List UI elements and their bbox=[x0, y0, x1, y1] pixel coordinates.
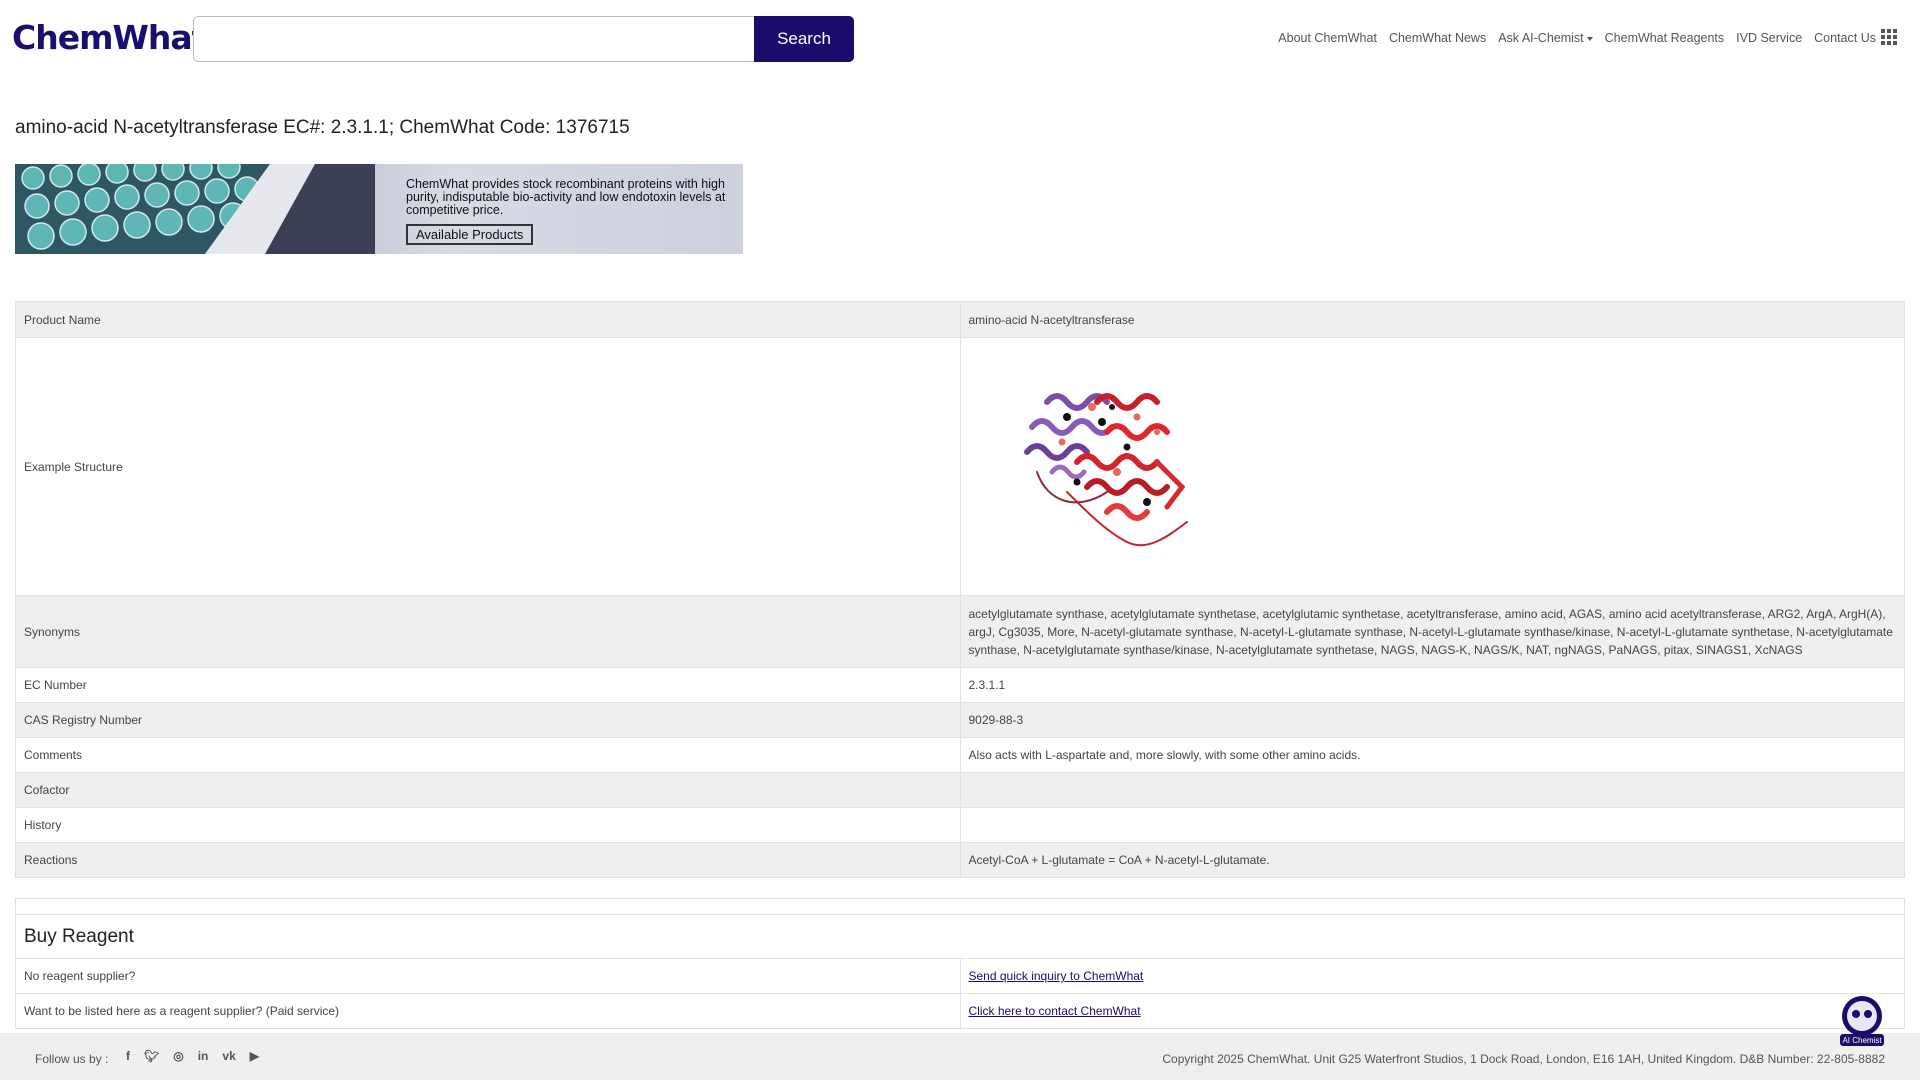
table-row: No reagent supplier? Send quick inquiry … bbox=[15, 958, 1905, 994]
row-value bbox=[959, 772, 1905, 808]
row-label: History bbox=[15, 807, 961, 843]
top-nav: About ChemWhat ChemWhat News Ask AI-Chem… bbox=[1266, 31, 1876, 45]
nav-ivd-service[interactable]: IVD Service bbox=[1736, 31, 1802, 45]
row-value: Also acts with L-aspartate and, more slo… bbox=[959, 737, 1905, 773]
row-value: 9029-88-3 bbox=[959, 702, 1905, 738]
facebook-icon[interactable]: f bbox=[126, 1049, 130, 1063]
follow-us-label: Follow us by : bbox=[35, 1052, 109, 1066]
svg-text:AI Chemist: AI Chemist bbox=[1842, 1036, 1882, 1045]
nav-news[interactable]: ChemWhat News bbox=[1389, 31, 1486, 45]
buy-reagent-table: Buy Reagent No reagent supplier? Send qu… bbox=[15, 898, 1905, 1029]
banner-text: ChemWhat provides stock recombinant prot… bbox=[406, 177, 726, 217]
nav-contact[interactable]: Contact Us bbox=[1814, 31, 1876, 45]
table-row: Cofactor bbox=[15, 772, 1905, 808]
twitter-icon[interactable]: 🐦︎ bbox=[144, 1049, 159, 1063]
promo-banner[interactable]: ChemWhat provides stock recombinant prot… bbox=[15, 164, 743, 254]
send-inquiry-link[interactable]: Send quick inquiry to ChemWhat bbox=[969, 969, 1144, 983]
grid-icon[interactable] bbox=[1881, 29, 1898, 45]
spacer-row bbox=[15, 898, 1905, 915]
page-title: amino-acid N-acetyltransferase EC#: 2.3.… bbox=[15, 117, 630, 138]
row-value: 2.3.1.1 bbox=[959, 667, 1905, 703]
link-cell: Click here to contact ChemWhat bbox=[959, 993, 1905, 1029]
youtube-icon[interactable]: ▶ bbox=[250, 1049, 259, 1063]
row-value: amino-acid N-acetyltransferase bbox=[959, 301, 1905, 338]
instagram-icon[interactable]: ◎ bbox=[173, 1049, 183, 1063]
row-value: Acetyl-CoA + L-glutamate = CoA + N-acety… bbox=[959, 842, 1905, 878]
table-row: Example Structure bbox=[15, 337, 1905, 596]
nav-about[interactable]: About ChemWhat bbox=[1278, 31, 1377, 45]
table-row: Product Name amino-acid N-acetyltransfer… bbox=[15, 301, 1905, 338]
row-label: EC Number bbox=[15, 667, 961, 703]
row-label: Comments bbox=[15, 737, 961, 773]
ai-chemist-bot-icon[interactable]: AI Chemist bbox=[1836, 992, 1888, 1050]
contact-chemwhat-link[interactable]: Click here to contact ChemWhat bbox=[969, 1004, 1141, 1018]
social-links: f 🐦︎ ◎ in vk ▶ bbox=[126, 1049, 259, 1063]
row-label: CAS Registry Number bbox=[15, 702, 961, 738]
row-label: No reagent supplier? bbox=[15, 958, 961, 994]
protein-structure-image bbox=[1023, 392, 1188, 546]
row-label: Want to be listed here as a reagent supp… bbox=[15, 993, 961, 1029]
row-value bbox=[959, 807, 1905, 843]
table-row: Reactions Acetyl-CoA + L-glutamate = CoA… bbox=[15, 842, 1905, 878]
chevron-down-icon bbox=[1586, 36, 1593, 41]
row-label: Example Structure bbox=[15, 337, 961, 596]
search-input[interactable] bbox=[193, 16, 755, 62]
buy-reagent-heading: Buy Reagent bbox=[15, 914, 1905, 959]
product-info-table: Product Name amino-acid N-acetyltransfer… bbox=[15, 301, 1905, 878]
row-label: Reactions bbox=[15, 842, 961, 878]
well-plate-image bbox=[15, 164, 375, 254]
table-row: EC Number 2.3.1.1 bbox=[15, 667, 1905, 703]
table-row: Synonyms acetylglutamate synthase, acety… bbox=[15, 595, 1905, 668]
header: ChemWhat Search About ChemWhat ChemWhat … bbox=[0, 0, 1920, 78]
link-cell: Send quick inquiry to ChemWhat bbox=[959, 958, 1905, 994]
row-label: Product Name bbox=[15, 301, 961, 338]
search-button[interactable]: Search bbox=[754, 16, 854, 62]
table-row: History bbox=[15, 807, 1905, 843]
row-value: acetylglutamate synthase, acetylglutamat… bbox=[959, 595, 1905, 668]
row-label: Synonyms bbox=[15, 595, 961, 668]
nav-reagents[interactable]: ChemWhat Reagents bbox=[1605, 31, 1725, 45]
available-products-button[interactable]: Available Products bbox=[406, 224, 534, 245]
row-label: Cofactor bbox=[15, 772, 961, 808]
copyright-text: Copyright 2025 ChemWhat. Unit G25 Waterf… bbox=[1162, 1052, 1885, 1066]
table-row: Want to be listed here as a reagent supp… bbox=[15, 993, 1905, 1029]
footer: Follow us by : f 🐦︎ ◎ in vk ▶ Copyright … bbox=[0, 1033, 1920, 1080]
chemwhat-logo[interactable]: ChemWhat bbox=[12, 18, 207, 57]
linkedin-icon[interactable]: in bbox=[198, 1049, 209, 1063]
table-row: Comments Also acts with L-aspartate and,… bbox=[15, 737, 1905, 773]
nav-ask-ai-chemist-label: Ask AI-Chemist bbox=[1498, 31, 1584, 45]
structure-cell bbox=[959, 337, 1905, 596]
vk-icon[interactable]: vk bbox=[222, 1049, 235, 1063]
nav-ask-ai-chemist[interactable]: Ask AI-Chemist bbox=[1498, 31, 1593, 45]
table-row: CAS Registry Number 9029-88-3 bbox=[15, 702, 1905, 738]
